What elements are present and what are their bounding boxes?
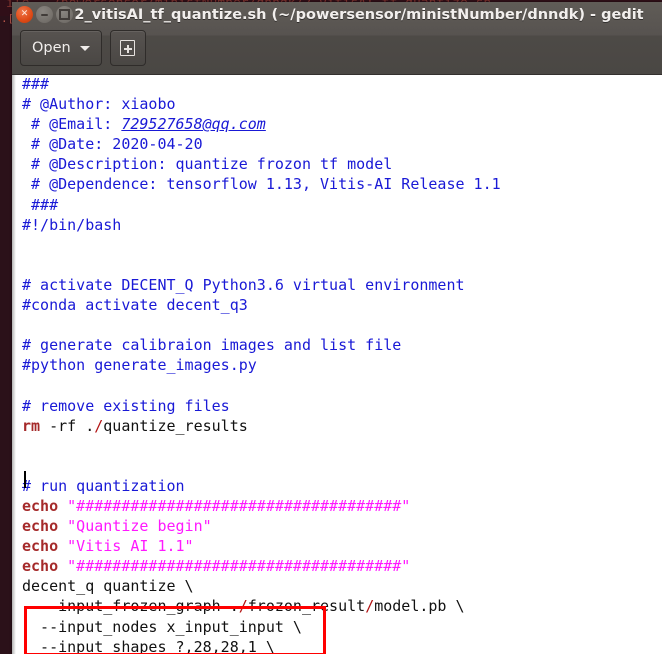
- text-caret: [24, 471, 26, 488]
- code-line: --input_shapes ?,28,28,1 \: [22, 637, 501, 654]
- code-line: # @Description: quantize frozon tf model: [22, 154, 501, 174]
- code-token: # @Date: 2020-04-20: [22, 135, 203, 154]
- code-token: decent_q quantize \: [22, 577, 194, 596]
- code-token: # @Email:: [22, 115, 122, 134]
- code-token: # generate calibraion images and list fi…: [22, 336, 402, 355]
- open-file-button[interactable]: Open: [20, 30, 102, 66]
- code-token: #!/bin/bash: [22, 215, 122, 234]
- text-editor-area[interactable]: ### # @Author: xiaobo # @Email: 729527658…: [12, 75, 662, 654]
- code-token: echo: [22, 517, 59, 536]
- code-token: /: [94, 416, 104, 435]
- code-line: --input_frozen_graph ./frozon_result/mod…: [22, 596, 501, 616]
- code-token: -rf .: [40, 416, 95, 435]
- code-token: ###: [22, 195, 59, 214]
- code-token: --input_shapes ?,28,28,1 \: [22, 637, 275, 654]
- code-token: "Quantize begin": [67, 517, 212, 536]
- toolbar: Open: [20, 30, 146, 66]
- code-token: quantize_results: [103, 416, 248, 435]
- code-line: # @Dependence: tensorflow 1.13, Vitis-AI…: [22, 174, 501, 194]
- code-line: # activate DECENT_Q Python3.6 virtual en…: [22, 275, 501, 295]
- code-token: # remove existing files: [22, 396, 230, 415]
- code-token: /: [238, 597, 248, 616]
- code-token: --input_frozen_graph .: [22, 597, 239, 616]
- code-token: 729527658@qq.com: [121, 115, 266, 134]
- code-token: "####################################": [67, 496, 411, 515]
- code-line: echo "##################################…: [22, 496, 501, 516]
- code-line: # @Author: xiaobo: [22, 94, 501, 114]
- new-file-button[interactable]: [109, 30, 146, 66]
- code-line: # remove existing files: [22, 396, 501, 416]
- gedit-window: ✕ 2_vitisAI_tf_quantize.sh (~/powersenso…: [12, 2, 662, 654]
- code-line: echo "Vitis AI 1.1": [22, 536, 501, 556]
- code-token: frozon_result: [247, 597, 366, 616]
- code-line: #!/bin/bash: [22, 215, 501, 235]
- code-token: # @Author: xiaobo: [22, 95, 176, 114]
- code-line: # @Email: 729527658@qq.com: [22, 114, 501, 134]
- code-token: #python generate_images.py: [22, 356, 257, 375]
- chevron-down-icon: [79, 45, 90, 51]
- code-token: "####################################": [67, 557, 411, 576]
- code-token: echo: [22, 496, 59, 515]
- editor-left-shadow: [12, 75, 16, 654]
- code-token: #conda activate decent_q3: [22, 296, 248, 315]
- code-token: "Vitis AI 1.1": [67, 537, 194, 556]
- new-file-icon: [120, 40, 136, 56]
- code-line: # run quantization: [22, 476, 501, 496]
- code-token: rm: [22, 416, 41, 435]
- code-token: /: [365, 597, 375, 616]
- code-token: # activate DECENT_Q Python3.6 virtual en…: [22, 275, 465, 294]
- code-line: echo "##################################…: [22, 556, 501, 576]
- code-token: --input_nodes x_input_input \: [22, 617, 302, 636]
- code-line: decent_q quantize \: [22, 576, 501, 596]
- window-header-bar: ✕ 2_vitisAI_tf_quantize.sh (~/powersenso…: [12, 2, 662, 75]
- code-token: # run quantization: [22, 476, 185, 495]
- code-line: # @Date: 2020-04-20: [22, 134, 501, 154]
- code-token: ###: [22, 75, 50, 93]
- code-line: rm -rf ./quantize_results: [22, 416, 501, 436]
- desktop-left-strip: [0, 16, 12, 654]
- code-token: echo: [22, 557, 59, 576]
- window-title: 2_vitisAI_tf_quantize.sh (~/powersensor/…: [74, 7, 644, 23]
- code-token: # @Description: quantize frozon tf model: [22, 155, 393, 174]
- code-line: --input_nodes x_input_input \: [22, 617, 501, 637]
- code-token: echo: [22, 537, 59, 556]
- code-line: # generate calibraion images and list fi…: [22, 335, 501, 355]
- code-line: ###: [22, 195, 501, 215]
- code-line: echo "Quantize begin": [22, 516, 501, 536]
- code-line: #python generate_images.py: [22, 355, 501, 375]
- code-token: model.pb \: [374, 597, 465, 616]
- source-code-text[interactable]: ### # @Author: xiaobo # @Email: 729527658…: [22, 75, 501, 654]
- code-line: ###: [22, 75, 501, 94]
- code-line: #conda activate decent_q3: [22, 295, 501, 315]
- code-token: # @Dependence: tensorflow 1.13, Vitis-AI…: [22, 175, 501, 194]
- open-button-label: Open: [32, 40, 71, 56]
